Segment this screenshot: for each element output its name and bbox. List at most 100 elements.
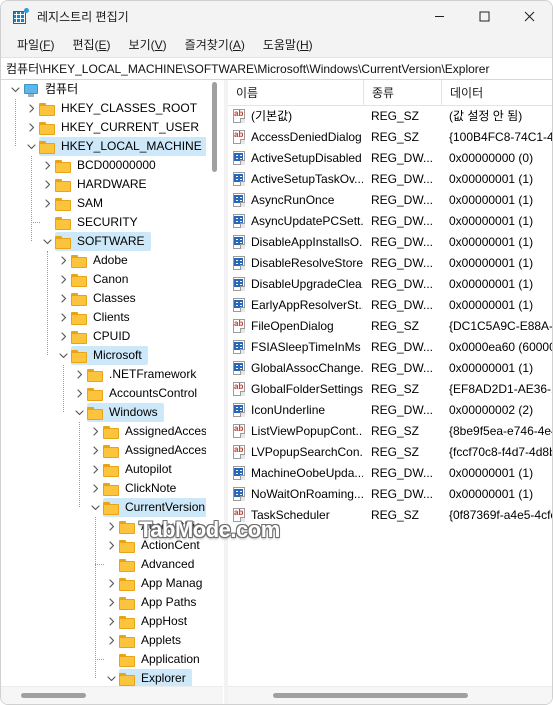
tree-item-content[interactable]: Clients [71, 308, 136, 327]
registry-tree[interactable]: 컴퓨터 HKEY_CLASSES_ROOT HKEY_CURRENT_USER HKE… [1, 80, 206, 687]
registry-value-row[interactable]: ab TaskScheduler REG_SZ {0f87369f-a4e5-4cfc… [228, 504, 552, 525]
tree-item-content[interactable]: AccountsControl [87, 384, 203, 403]
tree-item-[interactable]: 컴퓨터 [1, 80, 206, 99]
registry-value-row[interactable]: ab GlobalFolderSettings REG_SZ {EF8AD2D1-AE… [228, 378, 552, 399]
registry-value-row[interactable]: ActiveSetupTaskOv... REG_DW... 0x00000001 … [228, 168, 552, 189]
tree-item-application[interactable]: Application [1, 650, 206, 669]
registry-value-row[interactable]: MachineOobeUpda... REG_DW... 0x00000001 (1… [228, 462, 552, 483]
tree-item-content[interactable]: ActionCent [119, 536, 206, 555]
chevron-down-icon[interactable] [71, 403, 87, 422]
tree-item-hkey-local-machine[interactable]: HKEY_LOCAL_MACHINE [1, 137, 206, 156]
registry-value-row[interactable]: ab ListViewPopupCont... REG_SZ {8be9f5ea-e7… [228, 420, 552, 441]
tree-item-content[interactable]: SOFTWARE [55, 232, 151, 251]
tree-item-netframework[interactable]: .NETFramework [1, 365, 206, 384]
tree-item-content[interactable]: .NETFramework [87, 365, 202, 384]
menu-view[interactable]: 보기(V) [120, 33, 176, 57]
address-bar[interactable]: 컴퓨터\HKEY_LOCAL_MACHINE\SOFTWARE\Microsof… [1, 57, 552, 80]
tree-item-content[interactable]: AssignedAcces [103, 422, 206, 441]
tree-item-content[interactable]: 컴퓨터 [23, 80, 84, 99]
menu-edit[interactable]: 편집(E) [63, 33, 119, 57]
tree-item-security[interactable]: SECURITY [1, 213, 206, 232]
tree-item-content[interactable]: Advanced [119, 555, 200, 574]
maximize-button[interactable] [462, 1, 507, 32]
chevron-down-icon[interactable] [87, 498, 103, 517]
tree-item-content[interactable]: SECURITY [55, 213, 144, 232]
close-button[interactable] [507, 1, 552, 32]
registry-value-row[interactable]: EarlyAppResolverSt... REG_DW... 0x00000001… [228, 294, 552, 315]
chevron-right-icon[interactable] [71, 365, 87, 384]
tree-item-hkey-current-user[interactable]: HKEY_CURRENT_USER [1, 118, 206, 137]
tree-item-adobe[interactable]: Adobe [1, 251, 206, 270]
tree-item-microsoft[interactable]: Microsoft [1, 346, 206, 365]
menu-help[interactable]: 도움말(H) [254, 33, 322, 57]
tree-item-content[interactable]: HKEY_LOCAL_MACHINE [39, 137, 206, 156]
column-header-name[interactable]: 이름 [228, 80, 363, 105]
tree-item-apphost[interactable]: AppHost [1, 612, 206, 631]
tree-item-hardware[interactable]: HARDWARE [1, 175, 206, 194]
tree-item-content[interactable]: BCD00000000 [55, 156, 162, 175]
chevron-right-icon[interactable] [55, 289, 71, 308]
tree-horizontal-scroll-thumb[interactable] [21, 693, 86, 698]
chevron-right-icon[interactable] [87, 479, 103, 498]
registry-value-row[interactable]: DisableAppInstallsO... REG_DW... 0x0000000… [228, 231, 552, 252]
tree-item-content[interactable]: HARDWARE [55, 175, 153, 194]
registry-value-row[interactable]: ActiveSetupDisabled REG_DW... 0x00000000 (… [228, 147, 552, 168]
tree-item-content[interactable]: Adobe [71, 251, 134, 270]
tree-item-app-manag[interactable]: App Manag [1, 574, 206, 593]
tree-item-content[interactable]: HKEY_CLASSES_ROOT [39, 99, 203, 118]
tree-item-sam[interactable]: SAM [1, 194, 206, 213]
registry-value-row[interactable]: ab (기본값) REG_SZ (값 설정 안 됨) [228, 105, 552, 126]
tree-item-autopilot[interactable]: Autopilot [1, 460, 206, 479]
tree-item-content[interactable]: Microsoft [71, 346, 148, 365]
tree-item-assignedacces[interactable]: AssignedAcces [1, 441, 206, 460]
chevron-down-icon[interactable] [7, 80, 23, 99]
chevron-right-icon[interactable] [103, 593, 119, 612]
registry-value-row[interactable]: AsyncUpdatePCSett... REG_DW... 0x00000001 … [228, 210, 552, 231]
tree-item-content[interactable]: App Paths [119, 593, 202, 612]
tree-item-content[interactable]: Windows [87, 403, 164, 422]
chevron-right-icon[interactable] [55, 251, 71, 270]
tree-item-content[interactable]: AssignedAcces [103, 441, 206, 460]
chevron-right-icon[interactable] [39, 194, 55, 213]
chevron-right-icon[interactable] [39, 156, 55, 175]
chevron-down-icon[interactable] [39, 232, 55, 251]
chevron-down-icon[interactable] [55, 346, 71, 365]
chevron-right-icon[interactable] [55, 270, 71, 289]
tree-item-explorer[interactable]: Explorer [1, 669, 206, 687]
column-header-data[interactable]: 데이터 [441, 80, 552, 105]
chevron-right-icon[interactable] [23, 118, 39, 137]
tree-item-content[interactable]: Canon [71, 270, 134, 289]
registry-value-row[interactable]: AsyncRunOnce REG_DW... 0x00000001 (1) [228, 189, 552, 210]
tree-item-currentversion[interactable]: CurrentVersion [1, 498, 206, 517]
tree-item-content[interactable]: HKEY_CURRENT_USER [39, 118, 205, 137]
tree-item-advanced[interactable]: Advanced [1, 555, 206, 574]
tree-item-canon[interactable]: Canon [1, 270, 206, 289]
chevron-right-icon[interactable] [103, 631, 119, 650]
tree-item-content[interactable]: Autopilot [103, 460, 178, 479]
chevron-right-icon[interactable] [103, 574, 119, 593]
tree-item-content[interactable]: App Manag [119, 574, 206, 593]
chevron-right-icon[interactable] [87, 422, 103, 441]
column-header-type[interactable]: 종류 [363, 80, 441, 105]
chevron-right-icon[interactable] [87, 460, 103, 479]
tree-item-content[interactable]: SAM [55, 194, 109, 213]
list-horizontal-scrollbar[interactable] [228, 686, 552, 704]
registry-value-row[interactable]: ab LVPopupSearchCon... REG_SZ {fccf70c8-f4d… [228, 441, 552, 462]
tree-item-classes[interactable]: Classes [1, 289, 206, 308]
registry-value-row[interactable]: FSIASleepTimeInMs REG_DW... 0x0000ea60 (60… [228, 336, 552, 357]
tree-horizontal-scrollbar[interactable] [1, 686, 223, 704]
tree-item-content[interactable]: Application [119, 650, 206, 669]
tree-item-content[interactable]: CPUID [71, 327, 136, 346]
chevron-right-icon[interactable] [55, 308, 71, 327]
tree-item-content[interactable]: Classes [71, 289, 142, 308]
tree-item-content[interactable]: AppHost [119, 612, 193, 631]
registry-value-row[interactable]: DisableUpgradeClea... REG_DW... 0x00000001… [228, 273, 552, 294]
tree-item-assignedacces[interactable]: AssignedAcces [1, 422, 206, 441]
chevron-right-icon[interactable] [103, 612, 119, 631]
registry-value-row[interactable]: DisableResolveStore... REG_DW... 0x0000000… [228, 252, 552, 273]
tree-item-content[interactable]: ClickNote [103, 479, 182, 498]
tree-item-actioncent[interactable]: ActionCent [1, 536, 206, 555]
tree-item-windows[interactable]: Windows [1, 403, 206, 422]
chevron-right-icon[interactable] [39, 175, 55, 194]
tree-item-hkey-classes-root[interactable]: HKEY_CLASSES_ROOT [1, 99, 206, 118]
